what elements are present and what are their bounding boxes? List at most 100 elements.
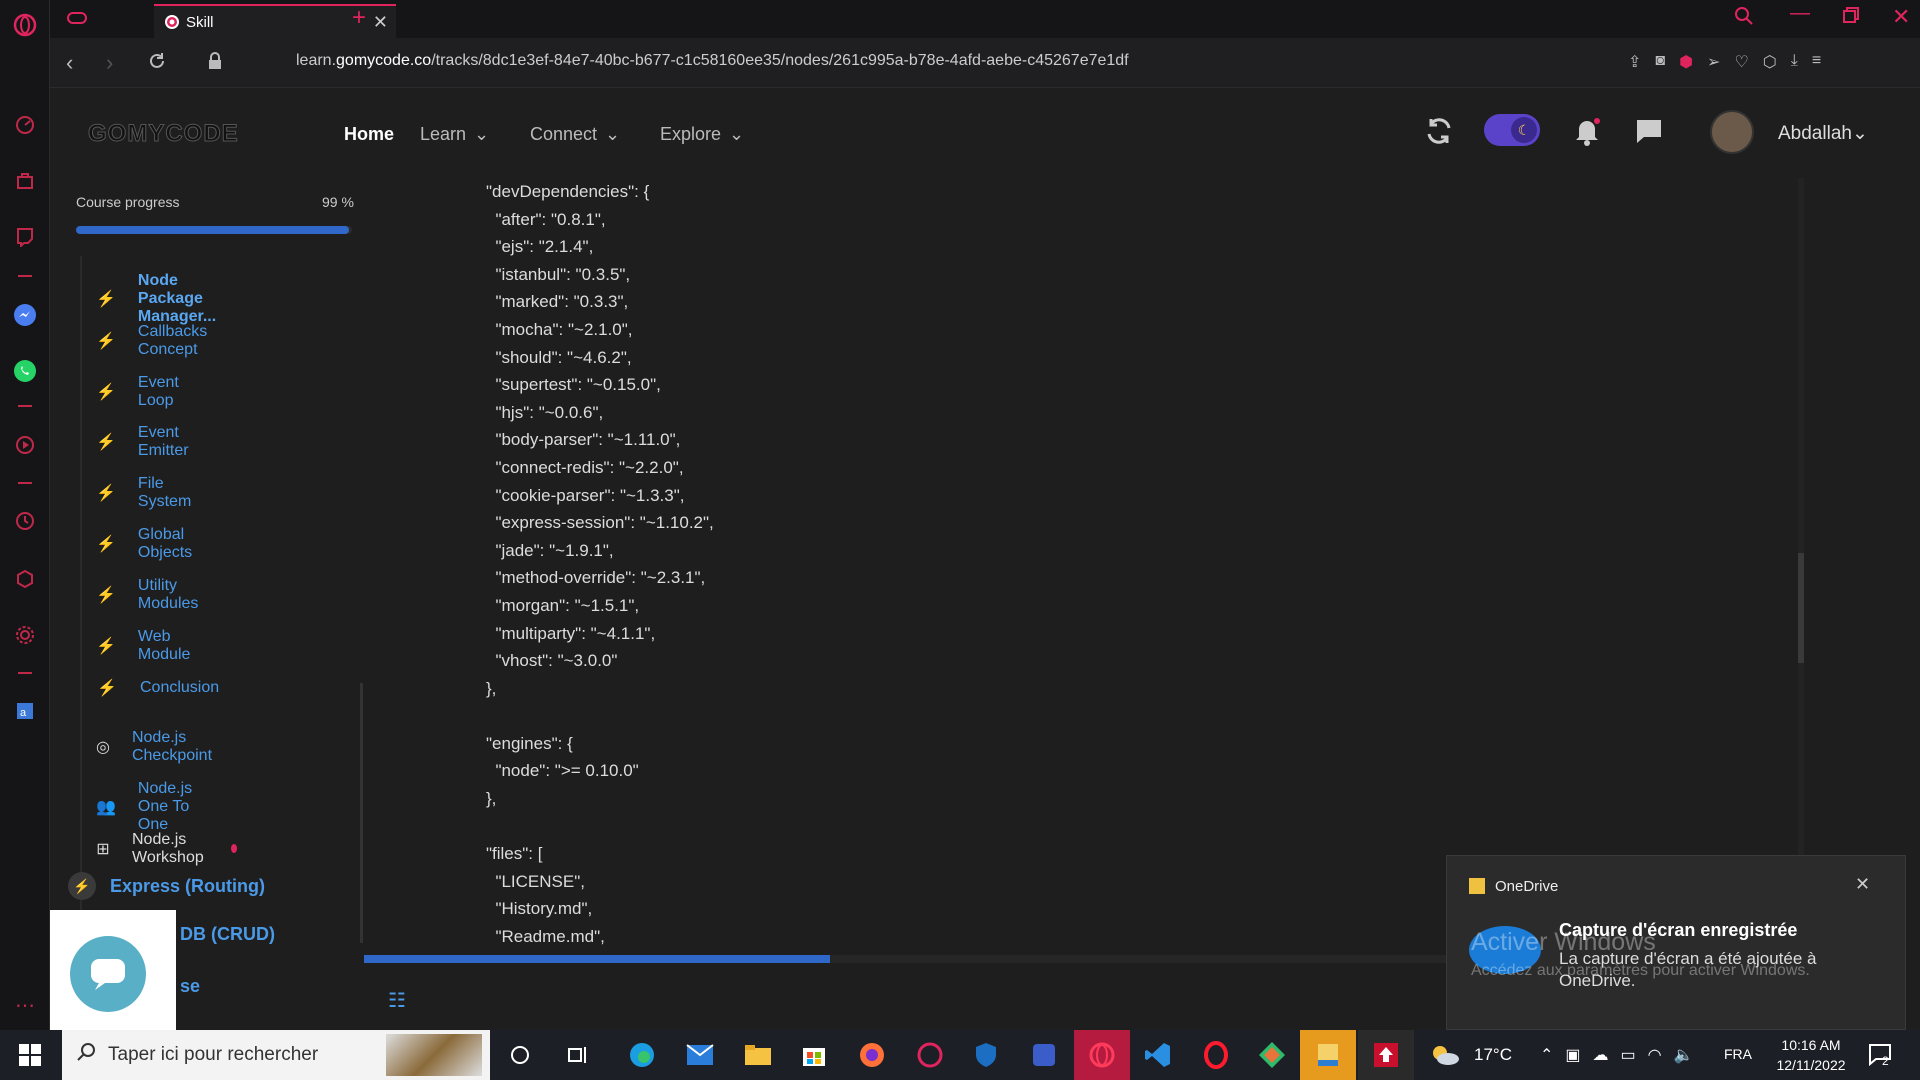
table-of-contents-icon[interactable]: ☷ — [388, 988, 406, 1013]
code-line: }, — [486, 678, 497, 698]
bolt-icon: ⚡ — [96, 637, 116, 655]
avatar[interactable] — [1710, 110, 1754, 154]
opera-taskbar-icon[interactable] — [1074, 1030, 1130, 1080]
translate-icon[interactable]: a — [12, 698, 38, 724]
store-icon[interactable] — [786, 1030, 842, 1080]
lesson-item[interactable]: ⚡ Web Module — [96, 628, 192, 664]
more-icon[interactable]: ⋯ — [12, 992, 38, 1018]
heart-icon[interactable]: ♡ — [1734, 52, 1748, 72]
battery-icon[interactable]: ▭ — [1621, 1045, 1636, 1065]
edge-icon[interactable] — [614, 1030, 670, 1080]
game-app-icon[interactable] — [902, 1030, 958, 1080]
close-window-icon[interactable]: ✕ — [1892, 4, 1910, 30]
bag-icon[interactable] — [12, 168, 38, 194]
camera-icon[interactable]: ◙ — [1655, 52, 1665, 72]
opera-gx-icon[interactable] — [1188, 1030, 1244, 1080]
chat-bubble-icon[interactable] — [70, 936, 146, 1012]
forward-icon[interactable]: › — [106, 50, 113, 76]
clock[interactable]: 10:16 AM 12/11/2022 — [1770, 1035, 1852, 1075]
file-explorer-icon[interactable] — [730, 1030, 786, 1080]
firefox-icon[interactable] — [844, 1030, 900, 1080]
new-tab-icon[interactable]: + — [352, 4, 366, 32]
player-icon[interactable] — [12, 432, 38, 458]
lesson-item[interactable]: ⚡ Global Objects — [96, 526, 194, 562]
module-partial[interactable]: se — [180, 976, 200, 997]
content-scrollbar-thumb[interactable] — [1798, 553, 1804, 663]
box-icon[interactable]: ⬡ — [1763, 52, 1777, 72]
minimize-icon[interactable]: — — [1790, 2, 1810, 25]
lesson-label: Node.js Workshop — [132, 830, 204, 866]
nav-learn[interactable]: Learn ⌄ — [420, 124, 489, 145]
task-view-icon[interactable] — [550, 1030, 606, 1080]
history-icon[interactable] — [12, 508, 38, 534]
settings-icon[interactable] — [12, 622, 38, 648]
share-icon[interactable]: ⇪ — [1628, 52, 1641, 72]
lock-icon[interactable] — [208, 52, 222, 75]
onedrive-tray-icon[interactable]: ☁ — [1593, 1045, 1609, 1065]
back-icon[interactable]: ‹ — [66, 50, 73, 76]
lesson-item[interactable]: ⚡ Node Package Manager... — [96, 272, 218, 326]
opera-logo-icon[interactable] — [12, 12, 38, 38]
url-field[interactable]: learn.gomycode.co/tracks/8dc1e3ef-84e7-4… — [296, 52, 1129, 70]
cube-icon[interactable] — [12, 566, 38, 592]
lesson-item[interactable]: ⚡ Callbacks Concept — [96, 323, 209, 359]
twitch-icon[interactable] — [12, 224, 38, 250]
search-tabs-icon[interactable] — [1734, 6, 1754, 31]
vscode-icon[interactable] — [1130, 1030, 1186, 1080]
defender-icon[interactable] — [958, 1030, 1014, 1080]
code-line: "node": ">= 0.10.0" — [486, 761, 639, 781]
language-indicator[interactable]: FRA — [1724, 1046, 1752, 1062]
lesson-item[interactable]: ⚡ Event Loop — [96, 374, 181, 410]
nav-connect[interactable]: Connect ⌄ — [530, 124, 620, 145]
lesson-item[interactable]: ⚡ File System — [96, 475, 193, 511]
send-icon[interactable]: ➢ — [1707, 52, 1720, 72]
tray-app-icon[interactable]: ▣ — [1565, 1045, 1580, 1065]
notification-bell-icon[interactable] — [1572, 116, 1602, 151]
git-icon[interactable] — [1244, 1030, 1300, 1080]
module-db-crud[interactable]: DB (CRUD) — [180, 924, 275, 945]
lesson-item[interactable]: ⚡ Event Emitter — [96, 424, 191, 460]
lesson-item[interactable]: 👥 Node.js One To One — [96, 780, 194, 834]
reload-icon[interactable] — [148, 52, 166, 75]
module-express-routing[interactable]: ⚡ Express (Routing) — [68, 872, 265, 900]
restore-icon[interactable] — [1842, 6, 1860, 29]
nav-home[interactable]: Home — [344, 124, 394, 145]
toast-close-icon[interactable]: ✕ — [1855, 874, 1870, 895]
username[interactable]: Abdallah⌄ — [1778, 122, 1868, 145]
wifi-icon[interactable]: ◠ — [1648, 1045, 1662, 1065]
speed-dial-icon[interactable] — [12, 112, 38, 138]
messages-icon[interactable] — [1634, 116, 1664, 151]
lesson-label: Conclusion — [140, 679, 220, 697]
lesson-item[interactable]: ⊞ Node.js Workshop — [96, 831, 237, 867]
easy-setup-icon[interactable]: ≡ — [1812, 52, 1821, 72]
taskbar-search-input[interactable]: Taper ici pour rechercher — [62, 1030, 490, 1080]
tab-close-icon[interactable]: ✕ — [373, 12, 388, 33]
lesson-item[interactable]: ⚡ Utility Modules — [96, 577, 200, 613]
gomycode-logo[interactable]: GOMYCODE — [88, 120, 239, 148]
bolt-icon: ⚡ — [68, 872, 96, 900]
theme-toggle[interactable]: ☾ — [1484, 114, 1540, 146]
folder-app-icon[interactable] — [1300, 1030, 1356, 1080]
upload-app-icon[interactable] — [1358, 1030, 1414, 1080]
weather-icon[interactable] — [1430, 1044, 1460, 1071]
notification-center-icon[interactable]: 2 — [1868, 1042, 1892, 1071]
phone-link-icon[interactable] — [1016, 1030, 1072, 1080]
sidebar-scrollbar[interactable] — [360, 683, 363, 943]
tray-expand-icon[interactable]: ⌃ — [1540, 1045, 1553, 1065]
lesson-item[interactable]: ⚡ Conclusion — [96, 678, 219, 698]
adblock-icon[interactable]: ⬢ — [1679, 52, 1693, 72]
download-icon[interactable]: ⤓ — [1791, 52, 1798, 72]
gamepad-icon[interactable] — [66, 8, 88, 33]
windows-start-icon[interactable] — [2, 1030, 58, 1080]
nav-explore[interactable]: Explore ⌄ — [660, 124, 744, 145]
volume-icon[interactable]: 🔈 — [1674, 1045, 1694, 1065]
sync-icon[interactable] — [1424, 116, 1454, 151]
url-host: gomycode.co — [336, 52, 432, 69]
cortana-icon[interactable] — [492, 1030, 548, 1080]
whatsapp-icon[interactable] — [12, 358, 38, 384]
messenger-icon[interactable] — [12, 302, 38, 328]
mail-icon[interactable] — [672, 1030, 728, 1080]
content-scrollbar[interactable] — [1798, 178, 1804, 958]
lesson-item[interactable]: ◎ Node.js Checkpoint — [96, 729, 220, 765]
onedrive-toast[interactable]: OneDrive ✕ Capture d'écran enregistrée L… — [1446, 855, 1906, 1030]
